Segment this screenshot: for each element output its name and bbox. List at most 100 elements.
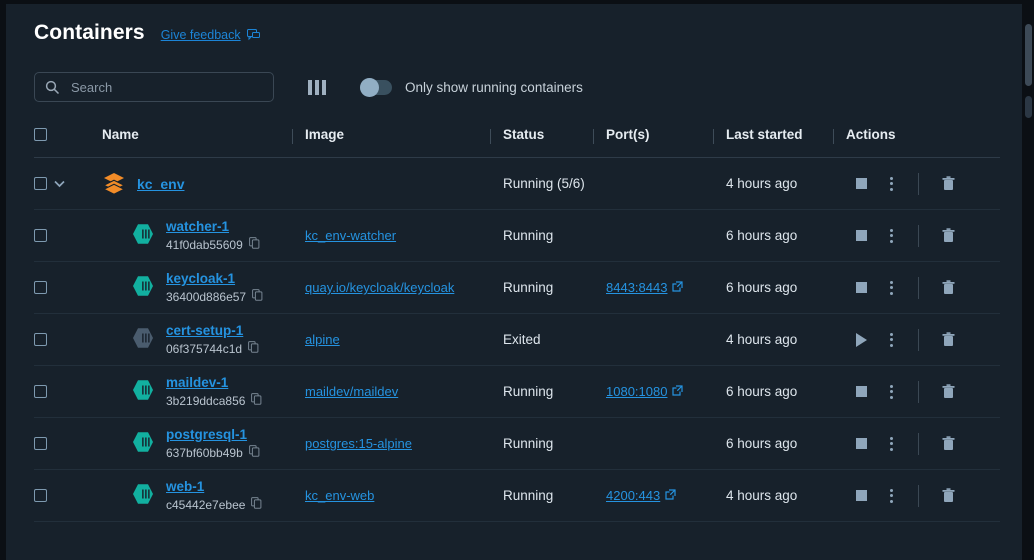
image-link[interactable]: quay.io/keycloak/keycloak — [305, 280, 454, 295]
chevron-down-icon[interactable] — [47, 180, 71, 188]
external-link-icon — [672, 384, 684, 399]
delete-icon[interactable] — [933, 326, 963, 354]
copy-icon[interactable] — [248, 445, 260, 460]
container-name-link[interactable]: postgresql-1 — [166, 427, 260, 444]
container-icon — [131, 327, 155, 352]
table-row[interactable]: maildev-1 3b219ddca856 maildev/maildev Runn… — [34, 366, 1000, 418]
column-header-image[interactable]: Image — [292, 127, 503, 144]
image-link[interactable]: kc_env-web — [305, 488, 374, 503]
running-filter-group: Only show running containers — [360, 77, 583, 97]
more-options-icon[interactable] — [876, 326, 906, 354]
more-options-icon[interactable] — [876, 482, 906, 510]
more-options-icon[interactable] — [876, 378, 906, 406]
actions-divider — [918, 380, 919, 403]
row-checkbox[interactable] — [34, 333, 47, 346]
column-header-ports[interactable]: Port(s) — [593, 127, 726, 144]
container-id: 41f0dab55609 — [166, 237, 243, 252]
actions-divider — [918, 328, 919, 351]
delete-icon[interactable] — [933, 170, 963, 198]
row-checkbox[interactable] — [34, 385, 47, 398]
copy-icon[interactable] — [251, 393, 262, 408]
container-name-link[interactable]: keycloak-1 — [166, 271, 263, 288]
only-running-label: Only show running containers — [405, 79, 583, 95]
last-started-text: 6 hours ago — [726, 228, 798, 243]
search-box[interactable] — [34, 72, 274, 102]
group-status-text: Running (5/6) — [503, 176, 585, 191]
container-name-cell: maildev-1 3b219ddca856 — [102, 375, 305, 409]
more-options-icon[interactable] — [876, 430, 906, 458]
copy-icon[interactable] — [252, 289, 263, 304]
delete-icon[interactable] — [933, 378, 963, 406]
stop-icon[interactable] — [846, 482, 876, 510]
port-mapping-link[interactable]: 8443:8443 — [606, 280, 684, 295]
copy-icon[interactable] — [248, 237, 260, 252]
more-options-icon[interactable] — [876, 222, 906, 250]
status-text: Running — [503, 384, 554, 399]
copy-icon[interactable] — [248, 341, 259, 356]
give-feedback-label: Give feedback — [160, 28, 241, 42]
give-feedback-link[interactable]: Give feedback — [161, 28, 260, 42]
column-header-actions: Actions — [833, 127, 1000, 144]
image-link[interactable]: maildev/maildev — [305, 384, 398, 399]
row-checkbox[interactable] — [34, 489, 47, 502]
only-running-toggle[interactable] — [360, 77, 392, 97]
table-row[interactable]: web-1 c45442e7ebee kc_env-web Running 4200:4… — [34, 470, 1000, 522]
search-input[interactable] — [35, 73, 273, 101]
container-icon — [131, 223, 155, 248]
table-header-row: Name Image Status Port(s) Last started A… — [34, 126, 1000, 158]
row-checkbox[interactable] — [34, 177, 47, 190]
table-row[interactable]: cert-setup-1 06f375744c1d alpine Exited 4 ho… — [34, 314, 1000, 366]
more-options-icon[interactable] — [876, 274, 906, 302]
image-link[interactable]: kc_env-watcher — [305, 228, 396, 243]
toggle-knob — [360, 77, 379, 97]
container-name-cell: watcher-1 41f0dab55609 — [102, 219, 305, 253]
row-select-cell — [34, 333, 102, 346]
port-mapping-link[interactable]: 1080:1080 — [606, 384, 684, 399]
image-link[interactable]: alpine — [305, 332, 340, 347]
row-checkbox[interactable] — [34, 281, 47, 294]
containers-table: Name Image Status Port(s) Last started A… — [34, 126, 1000, 522]
container-status-cell: Running — [503, 436, 606, 451]
column-header-status[interactable]: Status — [490, 127, 606, 144]
container-actions-cell — [846, 274, 1000, 302]
delete-icon[interactable] — [933, 222, 963, 250]
row-checkbox[interactable] — [34, 437, 47, 450]
group-name-link[interactable]: kc_env — [137, 176, 184, 192]
column-header-name[interactable]: Name — [102, 127, 305, 142]
container-icon — [131, 431, 155, 456]
stop-icon[interactable] — [846, 222, 876, 250]
copy-icon[interactable] — [251, 497, 262, 512]
table-row-group[interactable]: kc_env Running (5/6) 4 hours ago — [34, 158, 1000, 210]
stop-icon[interactable] — [846, 378, 876, 406]
container-name-cell: postgresql-1 637bf60bb49b — [102, 427, 305, 461]
play-icon[interactable] — [846, 326, 876, 354]
table-row[interactable]: watcher-1 41f0dab55609 kc_env-watcher Runni… — [34, 210, 1000, 262]
column-header-last-started[interactable]: Last started — [713, 127, 846, 144]
table-row[interactable]: keycloak-1 36400d886e57 quay.io/keycloak/k… — [34, 262, 1000, 314]
stop-icon[interactable] — [846, 170, 876, 198]
row-checkbox[interactable] — [34, 229, 47, 242]
container-ports-cell: 1080:1080 — [606, 384, 726, 399]
select-all-checkbox[interactable] — [34, 128, 47, 141]
container-name-link[interactable]: maildev-1 — [166, 375, 262, 392]
row-select-cell — [34, 385, 102, 398]
delete-icon[interactable] — [933, 430, 963, 458]
image-link[interactable]: postgres:15-alpine — [305, 436, 412, 451]
container-name-link[interactable]: web-1 — [166, 479, 262, 496]
container-name-link[interactable]: watcher-1 — [166, 219, 260, 236]
vertical-scrollbar-thumb[interactable] — [1025, 24, 1032, 86]
table-row[interactable]: postgresql-1 637bf60bb49b postgres:15-alpi… — [34, 418, 1000, 470]
delete-icon[interactable] — [933, 274, 963, 302]
stop-icon[interactable] — [846, 430, 876, 458]
columns-icon[interactable] — [304, 74, 330, 100]
container-name-link[interactable]: cert-setup-1 — [166, 323, 259, 340]
more-options-icon[interactable] — [876, 170, 906, 198]
delete-icon[interactable] — [933, 482, 963, 510]
container-image-cell: kc_env-web — [305, 488, 503, 503]
stop-icon[interactable] — [846, 274, 876, 302]
container-last-started-cell: 6 hours ago — [726, 228, 846, 243]
group-actions-cell — [846, 170, 1000, 198]
container-status-cell: Running — [503, 228, 606, 243]
port-mapping-link[interactable]: 4200:443 — [606, 488, 676, 503]
vertical-scrollbar-track[interactable] — [1025, 96, 1032, 118]
